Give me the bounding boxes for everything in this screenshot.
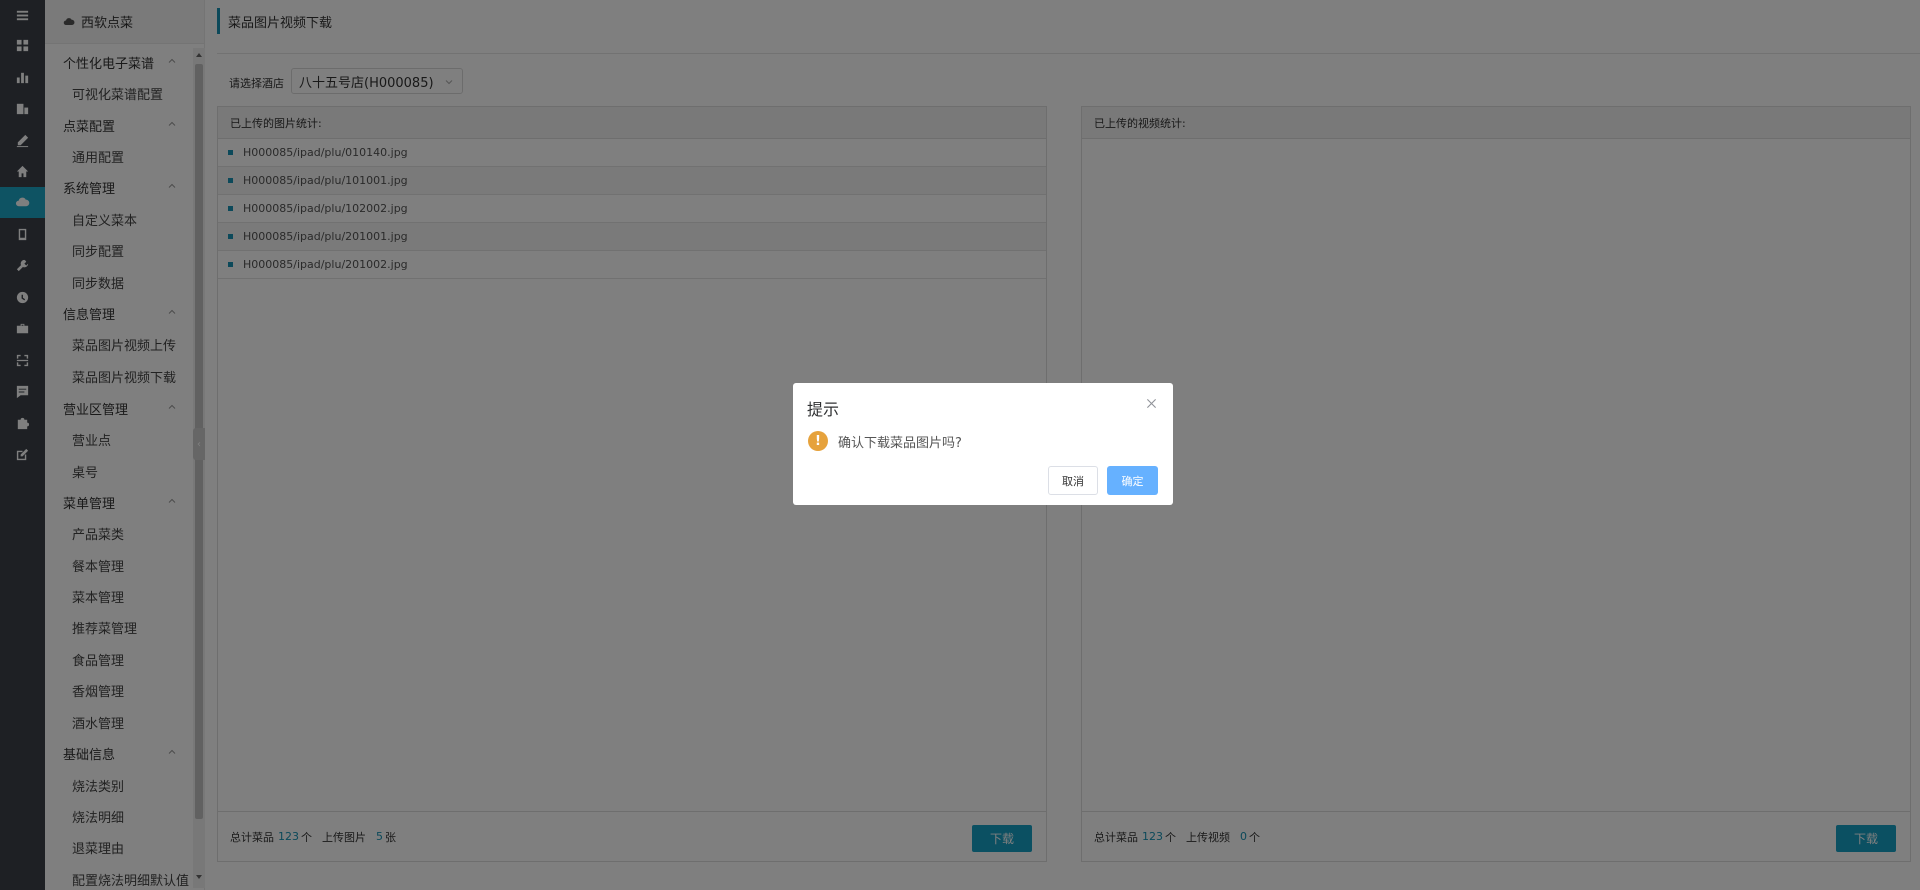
dialog-message: ! 确认下载菜品图片吗? — [808, 431, 962, 451]
dialog-message-text: 确认下载菜品图片吗? — [838, 435, 962, 451]
close-icon[interactable] — [1146, 398, 1157, 409]
confirm-button[interactable]: 确定 — [1107, 466, 1158, 495]
cancel-button[interactable]: 取消 — [1048, 466, 1098, 495]
warning-icon: ! — [808, 431, 828, 451]
dialog-title: 提示 — [807, 400, 840, 419]
confirm-dialog: 提示 ! 确认下载菜品图片吗? 取消 确定 — [793, 383, 1173, 505]
